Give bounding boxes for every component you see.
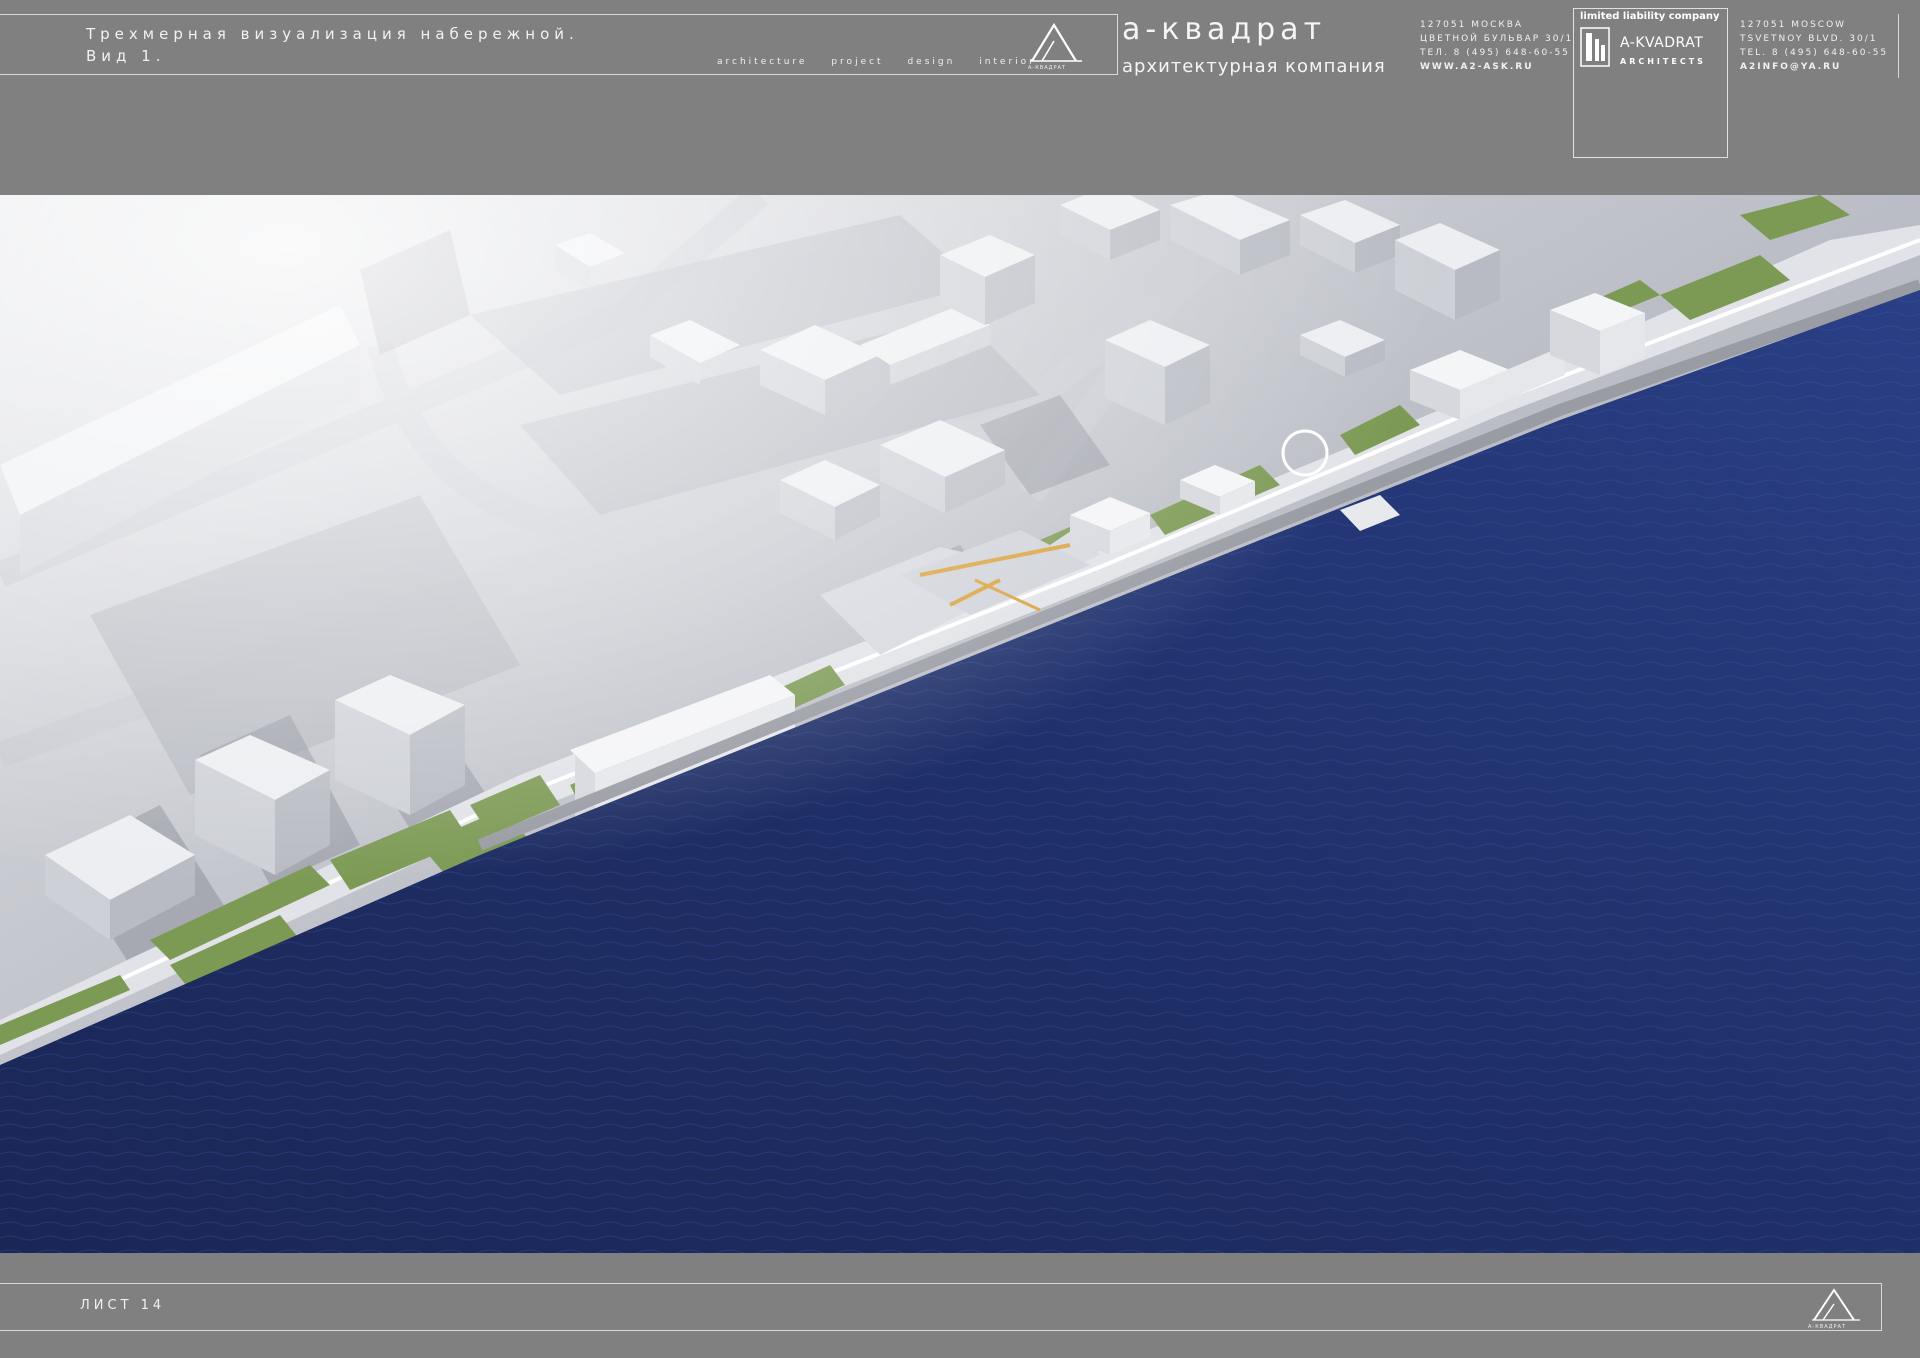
logo-caption: А-КВАДРАТ: [1808, 1324, 1847, 1330]
contacts-russian: 127051 МОСКВА ЦВЕТНОЙ БУЛЬВАР 30/1 ТЕЛ. …: [1420, 18, 1573, 74]
street-address: TSVETNOY BLVD. 30/1: [1740, 34, 1878, 44]
triangle-logo-icon: [1812, 1288, 1860, 1321]
footer-logo: А-КВАДРАТ: [1804, 1286, 1866, 1330]
services-line: architecture project design interior: [717, 57, 1054, 67]
service-item: architecture: [717, 57, 808, 67]
postal-code: 127051 МОСКВА: [1420, 20, 1524, 30]
company-subtitle: ARCHITECTS: [1620, 57, 1706, 66]
contacts-english: 127051 MOSCOW TSVETNOY BLVD. 30/1 TEL. 8…: [1740, 18, 1888, 74]
phone-number: ТЕЛ. 8 (495) 648-60-55: [1420, 48, 1570, 58]
service-item: design: [907, 57, 956, 67]
brand-name: а-квадрат: [1122, 12, 1327, 47]
website-link[interactable]: WWW.A2-ASK.RU: [1420, 60, 1573, 74]
footer-block: ЛИСТ 14 А-КВАДРАТ: [0, 1283, 1882, 1331]
email-link[interactable]: A2INFO@YA.RU: [1740, 60, 1888, 74]
title-block: Трехмерная визуализация набережной. Вид …: [0, 14, 1118, 75]
atmospheric-haze: [0, 195, 1920, 1253]
company-logo: А-КВАДРАТ: [1024, 21, 1086, 71]
drawing-view: Вид 1.: [86, 47, 166, 65]
triangle-logo-icon: [1030, 22, 1082, 62]
postal-code: 127051 MOSCOW: [1740, 20, 1847, 30]
presentation-sheet: Трехмерная визуализация набережной. Вид …: [0, 0, 1920, 1358]
building-mark-icon: [1580, 27, 1610, 67]
drawing-title: Трехмерная визуализация набережной.: [86, 25, 579, 43]
frame-divider: [1898, 14, 1899, 78]
street-address: ЦВЕТНОЙ БУЛЬВАР 30/1: [1420, 34, 1574, 44]
company-name: A-KVADRAT: [1620, 35, 1704, 51]
aerial-visualization: [0, 195, 1920, 1253]
llc-label: limited liability company: [1580, 11, 1720, 22]
company-box: limited liability company A-KVADRAT ARCH…: [1573, 8, 1728, 158]
embankment-render: [0, 195, 1920, 1253]
brand-subtitle: архитектурная компания: [1122, 56, 1386, 77]
logo-caption: А-КВАДРАТ: [1028, 65, 1067, 71]
service-item: project: [831, 57, 884, 67]
sheet-number: ЛИСТ 14: [80, 1298, 166, 1313]
phone-number: TEL. 8 (495) 648-60-55: [1740, 48, 1889, 58]
